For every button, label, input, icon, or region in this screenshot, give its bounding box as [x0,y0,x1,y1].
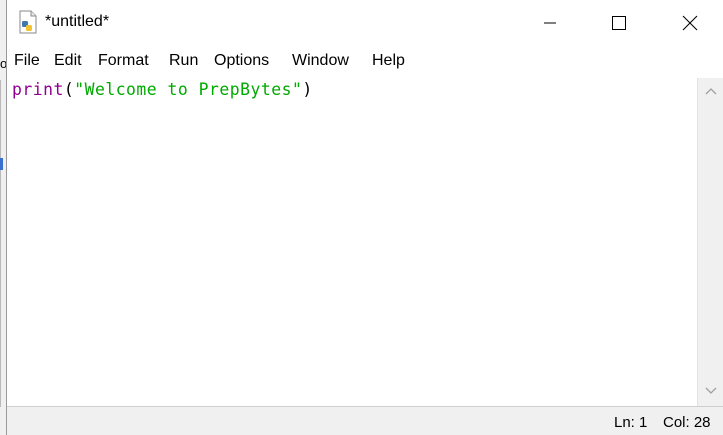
menu-format[interactable]: Format [98,52,149,70]
window-title: *untitled* [45,13,110,30]
code-keyword: print [12,80,64,99]
menu-bar: File Edit Format Run Options Window Help [7,48,723,76]
close-icon [682,15,698,31]
menu-run[interactable]: Run [169,52,198,70]
menu-window[interactable]: Window [292,52,349,70]
maximize-button[interactable] [596,0,642,46]
idle-editor-window: *untitled* File Edit Format Run Options … [6,0,723,435]
maximize-icon [612,16,626,30]
background-window-highlight [0,158,3,170]
scroll-up-icon[interactable] [705,86,717,96]
vertical-scrollbar[interactable] [697,78,723,406]
code-editor[interactable]: print("Welcome to PrepBytes") [7,78,697,406]
menu-help[interactable]: Help [372,52,405,70]
python-file-icon [19,10,37,34]
scroll-down-icon[interactable] [705,386,717,396]
status-column: Col: 28 [663,414,711,431]
status-bar: Ln: 1 Col: 28 [7,406,723,435]
minimize-icon [544,22,556,24]
code-line: print("Welcome to PrepBytes") [12,80,313,99]
menu-options[interactable]: Options [214,52,269,70]
menu-edit[interactable]: Edit [54,52,82,70]
code-string: "Welcome to PrepBytes" [74,80,303,99]
status-line: Ln: 1 [614,414,648,431]
code-paren-open: ( [63,80,75,99]
title-bar[interactable]: *untitled* [7,0,723,48]
close-button[interactable] [667,0,713,46]
code-paren-close: ) [302,80,313,99]
background-window-border [0,80,1,407]
minimize-button[interactable] [527,0,573,46]
menu-file[interactable]: File [14,52,40,70]
